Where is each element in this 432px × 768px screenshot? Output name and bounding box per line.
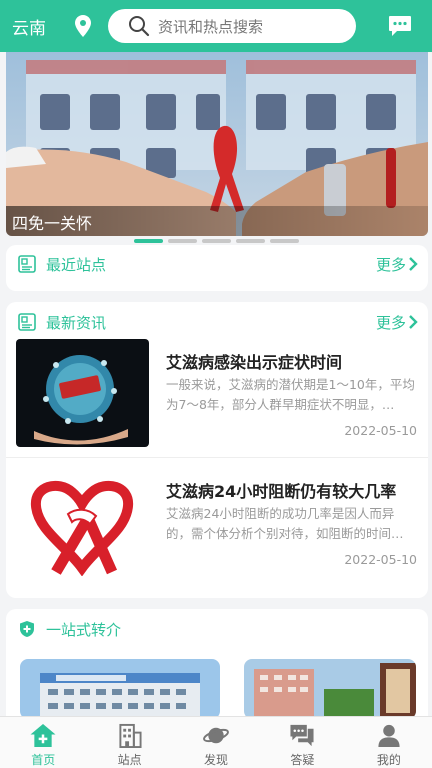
building-icon — [119, 723, 142, 748]
station-list-icon — [18, 255, 36, 273]
news-thumbnail — [16, 339, 149, 447]
referral-card: 一站式转介 — [6, 609, 428, 719]
news-thumbnail — [16, 468, 149, 576]
search-placeholder: 资讯和热点搜索 — [158, 17, 264, 36]
user-icon — [378, 724, 400, 748]
tab-stations[interactable]: 站点 — [86, 717, 172, 768]
nearby-stations-header: 最近站点 更多 — [6, 245, 428, 283]
banner-caption-bar: 四免一关怀 — [6, 206, 428, 236]
carousel-dot[interactable] — [235, 239, 265, 243]
nearby-stations-card: 最近站点 更多 — [6, 245, 428, 291]
referral-header: 一站式转介 — [6, 609, 428, 649]
referral-title: 一站式转介 — [46, 620, 122, 639]
nearby-stations-title: 最近站点 — [46, 255, 107, 274]
latest-news-header: 最新资讯 更多 — [6, 302, 428, 342]
home-icon — [30, 723, 56, 748]
city-selector[interactable]: 云南 — [12, 14, 52, 39]
tab-home[interactable]: 首页 — [0, 717, 86, 768]
search-input[interactable]: 资讯和热点搜索 — [108, 9, 356, 43]
shield-plus-icon — [20, 621, 34, 637]
search-icon — [129, 16, 150, 37]
more-label: 更多 — [375, 255, 406, 274]
top-bar: 云南 资讯和热点搜索 — [0, 0, 432, 52]
tab-discover[interactable]: 发现 — [173, 717, 259, 768]
carousel-dot[interactable] — [201, 239, 231, 243]
tab-label: 首页 — [31, 753, 56, 767]
nearby-more-link[interactable]: 更多 — [376, 254, 418, 275]
location-pin-icon[interactable] — [72, 15, 94, 37]
tab-label: 发现 — [204, 753, 229, 767]
divider — [6, 457, 428, 458]
latest-news-card: 最新资讯 更多 艾滋病感染出示症状时间 一般来说，艾滋病的潜伏期是1～10年，平… — [6, 302, 428, 598]
planet-icon — [203, 727, 229, 744]
news-list-icon — [18, 313, 36, 331]
carousel-dot[interactable] — [269, 239, 299, 243]
bottom-tab-bar: 首页 站点 发现 答疑 我的 — [0, 716, 432, 768]
banner-carousel[interactable]: 四免一关怀 — [6, 52, 428, 236]
message-icon[interactable] — [388, 15, 412, 37]
news-more-link[interactable]: 更多 — [376, 312, 418, 333]
news-item[interactable]: 艾滋病24小时阻断仍有较大几率 艾滋病24小时阻断的成功几率是因人而异的，需个体… — [6, 468, 428, 588]
news-summary: 一般来说，艾滋病的潜伏期是1～10年，平均为7～8年，部分人群早期症状不明显，… — [166, 377, 415, 412]
tab-label: 我的 — [376, 753, 401, 767]
news-date: 2022-05-10 — [344, 552, 417, 567]
chevron-right-icon — [409, 315, 418, 329]
tab-label: 答疑 — [290, 753, 315, 767]
news-title[interactable]: 艾滋病24小时阻断仍有较大几率 — [166, 478, 396, 502]
news-date: 2022-05-10 — [344, 423, 417, 438]
latest-news-title: 最新资讯 — [46, 313, 107, 332]
news-item[interactable]: 艾滋病感染出示症状时间 一般来说，艾滋病的潜伏期是1～10年，平均为7～8年，部… — [6, 339, 428, 459]
tab-profile[interactable]: 我的 — [346, 717, 432, 768]
tab-label: 站点 — [117, 753, 142, 767]
banner-caption: 四免一关怀 — [12, 214, 93, 233]
chevron-right-icon — [409, 257, 418, 271]
tab-qa[interactable]: 答疑 — [259, 717, 345, 768]
carousel-indicator — [0, 239, 432, 243]
referral-hospital-card[interactable] — [20, 659, 220, 719]
chat-bubbles-icon — [290, 724, 314, 747]
news-summary: 艾滋病24小时阻断的成功几率是因人而异的，需个体分析个别对待，如阻断的时间… — [166, 506, 404, 541]
more-label: 更多 — [375, 313, 406, 332]
carousel-dot[interactable] — [167, 239, 197, 243]
news-title[interactable]: 艾滋病感染出示症状时间 — [166, 349, 342, 373]
referral-hospital-card[interactable] — [244, 659, 416, 719]
carousel-dot[interactable] — [133, 239, 163, 243]
